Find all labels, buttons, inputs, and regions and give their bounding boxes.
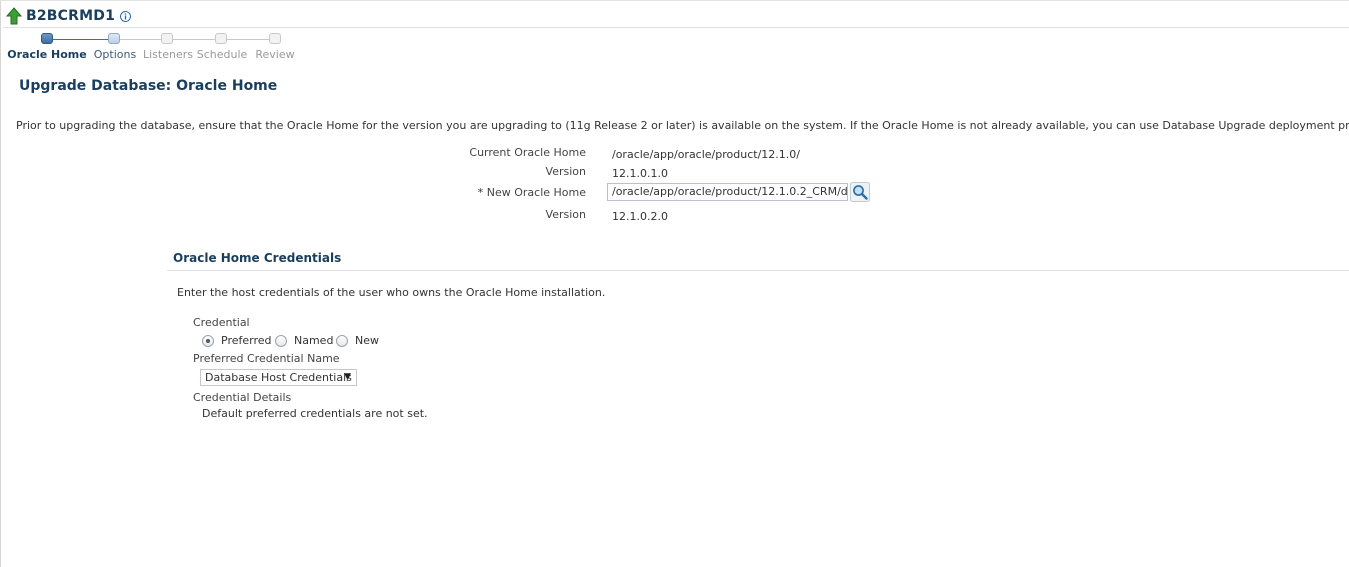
preferred-credential-select[interactable]: Database Host Credentials ▼: [200, 369, 357, 386]
train-connector: [173, 39, 215, 40]
radio-named-label[interactable]: Named: [294, 334, 333, 347]
credentials-description: Enter the host credentials of the user w…: [177, 286, 606, 299]
page-title: Upgrade Database: Oracle Home: [19, 78, 278, 94]
page-top-border: [0, 0, 1349, 1]
version-value: 12.1.0.1.0: [612, 167, 668, 180]
intro-text: Prior to upgrading the database, ensure …: [16, 119, 1349, 132]
train-connector: [120, 39, 162, 40]
target-name: B2BCRMD1: [26, 8, 116, 24]
train-label-review: Review: [255, 48, 295, 61]
train-stop-listeners: [161, 33, 173, 44]
current-oracle-home-label: Current Oracle Home: [469, 146, 586, 159]
train-label-options[interactable]: Options: [94, 48, 136, 61]
info-icon[interactable]: [120, 11, 132, 22]
new-oracle-home-label: * New Oracle Home: [386, 186, 586, 199]
train-stop-schedule: [215, 33, 227, 44]
credential-details-value: Default preferred credentials are not se…: [202, 407, 428, 420]
search-icon[interactable]: [850, 182, 870, 202]
credentials-section-divider: [167, 270, 1349, 271]
current-oracle-home-value: /oracle/app/oracle/product/12.1.0/: [612, 148, 800, 161]
new-version-value: 12.1.0.2.0: [612, 210, 668, 223]
radio-preferred[interactable]: [202, 335, 214, 347]
preferred-credential-value: Database Host Credentials: [205, 371, 352, 384]
radio-new-label[interactable]: New: [355, 334, 379, 347]
radio-preferred-label[interactable]: Preferred: [221, 334, 272, 347]
train-connector: [53, 39, 108, 40]
train-navigation: Oracle Home Options Listeners Schedule R…: [0, 32, 320, 62]
train-stop-review: [269, 33, 281, 44]
new-oracle-home-label-text: New Oracle Home: [486, 186, 586, 199]
header-divider: [3, 27, 1349, 28]
credential-details-label: Credential Details: [193, 391, 292, 404]
train-label-schedule: Schedule: [196, 48, 248, 61]
new-version-label: Version: [545, 208, 586, 221]
credentials-section-title: Oracle Home Credentials: [173, 251, 342, 265]
radio-named[interactable]: [275, 335, 287, 347]
credential-label: Credential: [193, 316, 250, 329]
required-marker: *: [477, 186, 484, 199]
train-label-listeners: Listeners: [143, 48, 193, 61]
train-stop-options[interactable]: [108, 33, 120, 44]
upgrade-arrow-icon: [6, 7, 22, 25]
page-left-border: [0, 0, 1, 567]
chevron-down-icon: ▼: [344, 372, 351, 382]
version-label: Version: [545, 165, 586, 178]
train-stop-oracle-home[interactable]: [41, 33, 53, 44]
radio-new[interactable]: [336, 335, 348, 347]
train-connector: [227, 39, 270, 40]
new-oracle-home-input[interactable]: /oracle/app/oracle/product/12.1.0.2_CRM/…: [607, 183, 848, 201]
train-label-oracle-home[interactable]: Oracle Home: [7, 48, 86, 61]
preferred-credential-name-label: Preferred Credential Name: [193, 352, 340, 365]
target-header: B2BCRMD1: [6, 6, 132, 26]
